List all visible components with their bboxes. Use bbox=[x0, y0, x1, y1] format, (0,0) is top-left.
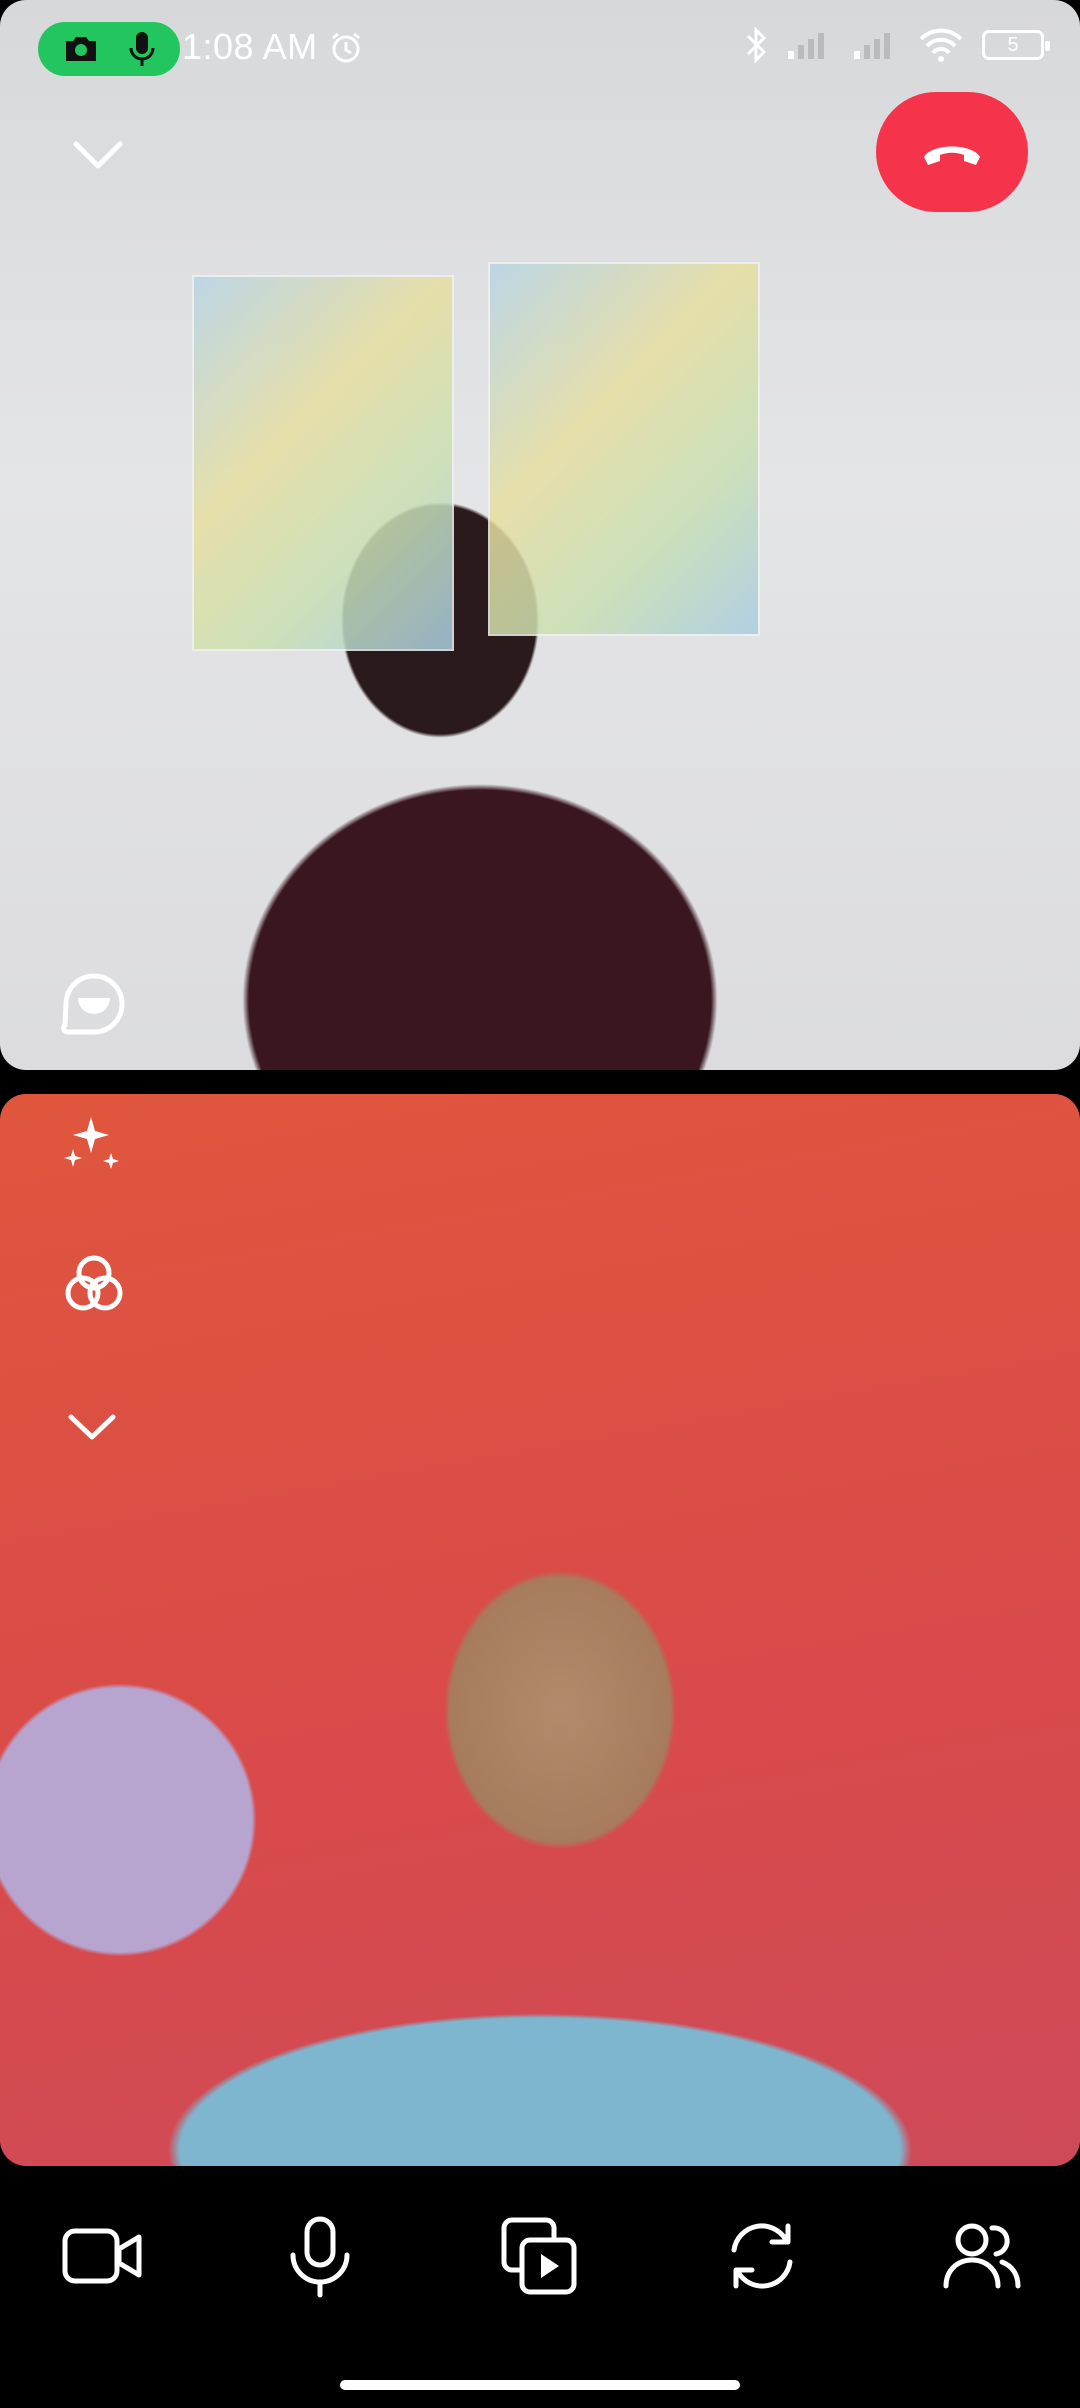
wall-poster-right bbox=[488, 262, 760, 636]
signal-icon bbox=[788, 33, 824, 59]
participants-button[interactable] bbox=[930, 2206, 1034, 2306]
collapse-chevron-icon bbox=[73, 141, 123, 169]
flip-camera-button[interactable] bbox=[712, 2206, 812, 2306]
alarm-icon bbox=[332, 32, 360, 63]
wall-poster-left bbox=[192, 275, 454, 651]
more-chevron-icon bbox=[68, 1414, 116, 1440]
video-toggle-button[interactable] bbox=[50, 2210, 154, 2302]
battery-level: 5 bbox=[1007, 33, 1019, 56]
wifi-icon bbox=[919, 28, 963, 62]
self-video-tile[interactable] bbox=[0, 1094, 1080, 2166]
home-indicator[interactable] bbox=[340, 2380, 740, 2390]
bluetooth-icon bbox=[746, 26, 767, 64]
more-controls-button[interactable] bbox=[62, 1404, 122, 1450]
collapse-chevron-button[interactable] bbox=[68, 130, 128, 180]
microphone-icon bbox=[290, 2216, 350, 2298]
flip-camera-icon bbox=[731, 2223, 793, 2289]
effects-button[interactable] bbox=[56, 1106, 132, 1182]
status-bar: 1:08 AM 5 bbox=[0, 0, 1080, 96]
reactions-icon bbox=[61, 973, 125, 1035]
effects-sparkle-icon bbox=[64, 1117, 119, 1169]
share-media-button[interactable] bbox=[490, 2206, 590, 2306]
filters-icon bbox=[65, 1255, 123, 1311]
end-call-icon bbox=[924, 146, 980, 165]
signal-icon bbox=[854, 33, 890, 59]
video-camera-icon bbox=[62, 2228, 142, 2284]
recording-indicator bbox=[38, 22, 180, 76]
status-time: 1:08 AM bbox=[182, 26, 318, 67]
share-media-icon bbox=[501, 2217, 577, 2295]
mic-toggle-button[interactable] bbox=[270, 2208, 370, 2306]
filters-button[interactable] bbox=[56, 1246, 132, 1322]
end-call-button[interactable] bbox=[876, 92, 1028, 212]
camera-icon bbox=[65, 37, 96, 61]
reactions-button[interactable] bbox=[52, 960, 136, 1044]
participants-icon bbox=[943, 2223, 1021, 2289]
microphone-icon bbox=[129, 32, 154, 66]
battery-icon: 5 bbox=[982, 30, 1050, 60]
